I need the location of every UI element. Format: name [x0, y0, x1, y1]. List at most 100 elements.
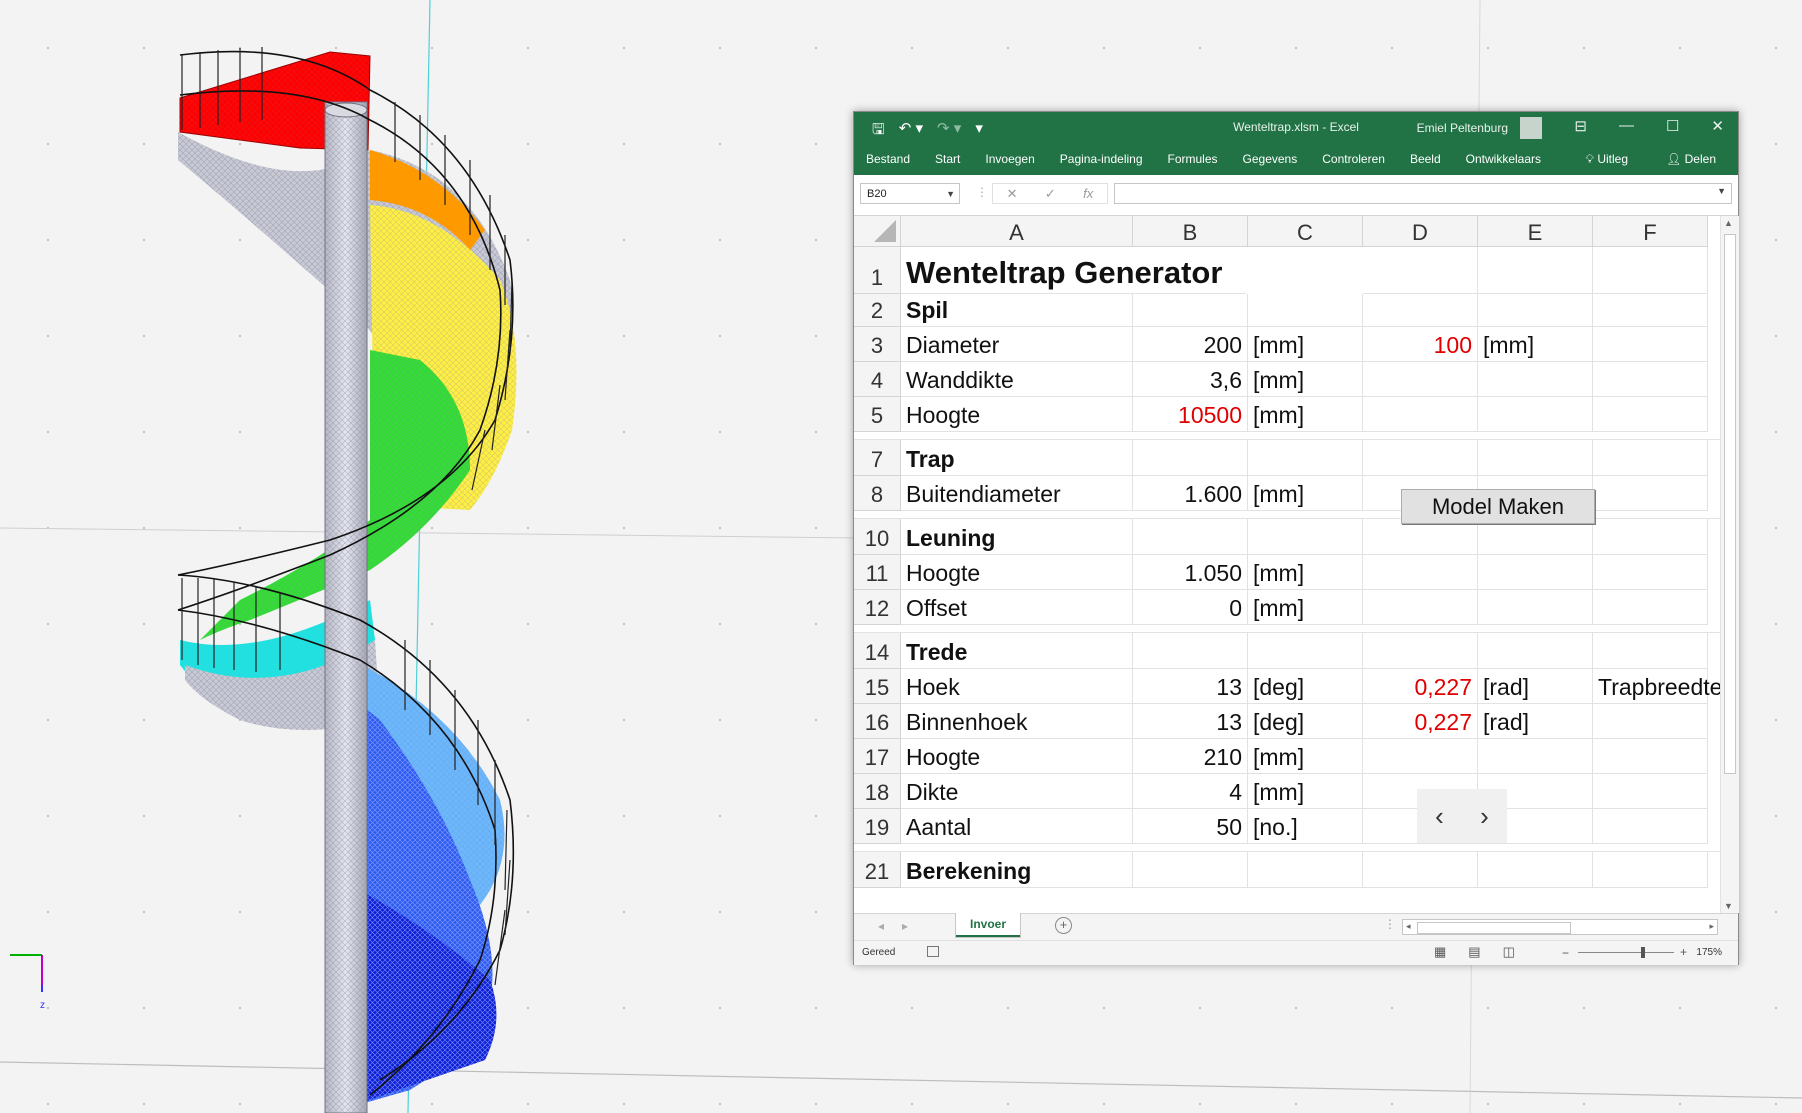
row-header-12[interactable]: 12: [854, 590, 901, 625]
cell-f18[interactable]: [1593, 774, 1708, 809]
cell-a19[interactable]: Aantal: [901, 809, 1133, 844]
cell-d21[interactable]: [1363, 852, 1478, 888]
chevron-down-icon[interactable]: ▼: [946, 184, 955, 205]
row-header-15[interactable]: 15: [854, 669, 901, 704]
tell-me-button[interactable]: 💡︎ Uitleg: [1586, 152, 1628, 167]
cell-c16[interactable]: [deg]: [1248, 704, 1363, 739]
cell-a3[interactable]: Diameter: [901, 327, 1133, 362]
cell-e21[interactable]: [1478, 852, 1593, 888]
cell-f17[interactable]: [1593, 739, 1708, 774]
cell-b16[interactable]: 13: [1133, 704, 1248, 739]
zoom-slider-knob[interactable]: [1641, 947, 1645, 958]
zoom-level[interactable]: 175%: [1696, 947, 1722, 958]
cell-d17[interactable]: [1363, 739, 1478, 774]
tab-bestand[interactable]: Bestand: [866, 152, 910, 166]
cell-c7[interactable]: [1248, 440, 1363, 476]
macro-record-icon[interactable]: [927, 946, 939, 957]
zoom-out-button[interactable]: −: [1562, 946, 1569, 960]
tab-beeld[interactable]: Beeld: [1410, 152, 1441, 166]
cell-b19[interactable]: 50: [1133, 809, 1248, 844]
cell-f14[interactable]: [1593, 633, 1708, 669]
cell-b18[interactable]: 4: [1133, 774, 1248, 809]
row-header-3[interactable]: 3: [854, 327, 901, 362]
cell-c10[interactable]: [1248, 519, 1363, 555]
cell-f12[interactable]: [1593, 590, 1708, 625]
cell-e17[interactable]: [1478, 739, 1593, 774]
cell-a11[interactable]: Hoogte: [901, 555, 1133, 590]
cell-d10[interactable]: [1363, 519, 1478, 555]
cell-a15[interactable]: Hoek: [901, 669, 1133, 704]
zoom-in-button[interactable]: +: [1680, 945, 1687, 959]
name-box[interactable]: B20 ▼: [860, 183, 960, 204]
cell-a2[interactable]: Spil: [901, 294, 1133, 327]
cell-b12[interactable]: 0: [1133, 590, 1248, 625]
cell-e14[interactable]: [1478, 633, 1593, 669]
sheet-tab-invoer[interactable]: Invoer: [955, 913, 1021, 938]
cell-b17[interactable]: 210: [1133, 739, 1248, 774]
row-header-14[interactable]: 14: [854, 633, 901, 669]
row-header-5[interactable]: 5: [854, 397, 901, 432]
cell-c15[interactable]: [deg]: [1248, 669, 1363, 704]
insert-function-icon[interactable]: fx: [1083, 186, 1093, 201]
cell-c14[interactable]: [1248, 633, 1363, 669]
row-header-7[interactable]: 7: [854, 440, 901, 476]
cell-d15[interactable]: 0,227: [1363, 669, 1478, 704]
cell-a1[interactable]: Wenteltrap Generator: [901, 247, 1246, 294]
column-header-e[interactable]: E: [1478, 216, 1593, 247]
cell-f16[interactable]: [1593, 704, 1708, 739]
page-break-view-icon[interactable]: ◫: [1503, 944, 1515, 960]
tab-controleren[interactable]: Controleren: [1322, 152, 1385, 166]
cancel-icon[interactable]: ✕: [1007, 186, 1018, 202]
cell-e11[interactable]: [1478, 555, 1593, 590]
cell-b7[interactable]: [1133, 440, 1248, 476]
tab-pagina-indeling[interactable]: Pagina-indeling: [1060, 152, 1143, 166]
cell-c2[interactable]: [1248, 294, 1363, 327]
cell-f1[interactable]: [1593, 247, 1708, 294]
column-header-d[interactable]: D: [1363, 216, 1478, 247]
tab-gegevens[interactable]: Gegevens: [1243, 152, 1298, 166]
excel-window[interactable]: 🖫 ↶ ▾ ↷ ▾ ▾ Wenteltrap.xlsm - Excel Emie…: [853, 111, 1739, 965]
sheet-nav-arrows[interactable]: ◂▸: [878, 919, 926, 933]
cell-d14[interactable]: [1363, 633, 1478, 669]
chevron-left-icon[interactable]: ‹: [1435, 801, 1444, 832]
cell-a4[interactable]: Wanddikte: [901, 362, 1133, 397]
cell-a16[interactable]: Binnenhoek: [901, 704, 1133, 739]
scroll-up-icon[interactable]: ▲: [1724, 218, 1733, 228]
cell-d3[interactable]: 100: [1363, 327, 1478, 362]
column-header-a[interactable]: A: [901, 216, 1133, 247]
cell-f4[interactable]: [1593, 362, 1708, 397]
row-header-2[interactable]: 2: [854, 294, 901, 327]
page-layout-view-icon[interactable]: ▤: [1468, 944, 1480, 960]
close-icon[interactable]: ✕: [1711, 117, 1724, 135]
cell-a21[interactable]: Berekening: [901, 852, 1133, 888]
row-header-10[interactable]: 10: [854, 519, 901, 555]
cell-c17[interactable]: [mm]: [1248, 739, 1363, 774]
worksheet-grid[interactable]: A B C D E F 1 Wenteltrap Generator 2 Spil 3 Diamete…: [854, 216, 1720, 913]
cell-a14[interactable]: Trede: [901, 633, 1133, 669]
enter-icon[interactable]: ✓: [1045, 186, 1056, 202]
cell-b11[interactable]: 1.050: [1133, 555, 1248, 590]
row-header-4[interactable]: 4: [854, 362, 901, 397]
cell-c11[interactable]: [mm]: [1248, 555, 1363, 590]
cell-f15[interactable]: Trapbreedte: [1593, 669, 1720, 704]
cell-d16[interactable]: 0,227: [1363, 704, 1478, 739]
cell-b8[interactable]: 1.600: [1133, 476, 1248, 511]
cell-a5[interactable]: Hoogte: [901, 397, 1133, 432]
tab-invoegen[interactable]: Invoegen: [985, 152, 1034, 166]
row-header-17[interactable]: 17: [854, 739, 901, 774]
scroll-left-icon[interactable]: ◂: [1406, 921, 1411, 932]
cell-b14[interactable]: [1133, 633, 1248, 669]
cell-b15[interactable]: 13: [1133, 669, 1248, 704]
column-header-c[interactable]: C: [1248, 216, 1363, 247]
model-maken-button[interactable]: Model Maken: [1401, 489, 1595, 524]
row-header-18[interactable]: 18: [854, 774, 901, 809]
column-header-f[interactable]: F: [1593, 216, 1708, 247]
normal-view-icon[interactable]: ▦: [1434, 944, 1446, 960]
cell-f3[interactable]: [1593, 327, 1708, 362]
cell-e3[interactable]: [mm]: [1478, 327, 1593, 362]
row-header-21[interactable]: 21: [854, 852, 901, 888]
cell-f21[interactable]: [1593, 852, 1708, 888]
cell-c18[interactable]: [mm]: [1248, 774, 1363, 809]
cell-d12[interactable]: [1363, 590, 1478, 625]
cell-d5[interactable]: [1363, 397, 1478, 432]
